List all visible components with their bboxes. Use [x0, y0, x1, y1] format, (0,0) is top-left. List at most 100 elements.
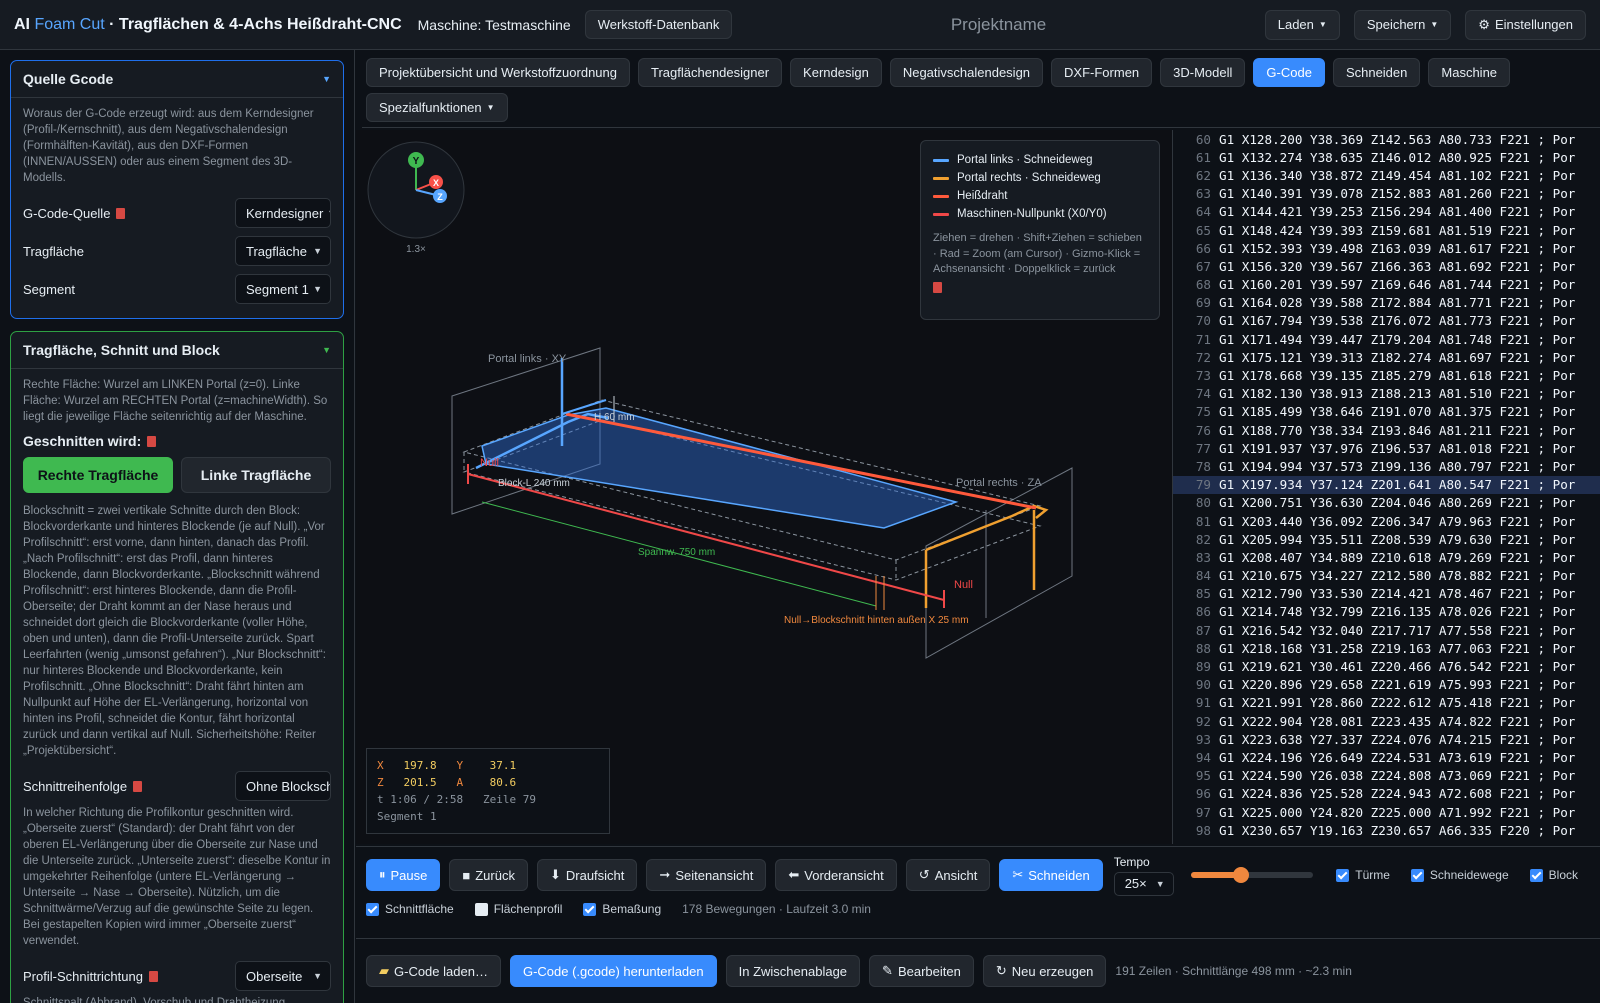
gcode-actions: ▰ G-Code laden… G-Code (.gcode) herunterl…	[356, 938, 1600, 1003]
gcode-line[interactable]: 92 G1 X222.904 Y28.081 Z223.435 A74.822 F…	[1173, 712, 1600, 730]
gcode-line[interactable]: 98 G1 X230.657 Y19.163 Z230.657 A66.335 F…	[1173, 821, 1600, 839]
gcode-line[interactable]: 61 G1 X132.274 Y38.635 Z146.012 A80.925 F…	[1173, 148, 1600, 166]
tab-cutting[interactable]: Schneiden	[1332, 58, 1421, 87]
doc-icon[interactable]	[148, 970, 158, 982]
gcode-source-select[interactable]: Kerndesigner▼	[235, 198, 331, 228]
tab-core-design[interactable]: Kerndesign	[790, 58, 882, 87]
wing-select[interactable]: Tragfläche ▼	[235, 236, 331, 266]
cut-order-select[interactable]: Ohne Blockschnitt▼	[235, 771, 331, 801]
tab-negative-shell[interactable]: Negativschalendesign	[889, 58, 1044, 87]
gcode-listing[interactable]: 60 G1 X128.200 Y38.369 Z142.563 A80.733 F…	[1172, 130, 1600, 844]
app-title: AI Foam Cut · Tragflächen & 4-Achs Heißd…	[14, 15, 402, 33]
doc-icon[interactable]	[933, 281, 942, 293]
cut-button[interactable]: ✂ Schneiden	[999, 859, 1103, 891]
checkbox-cut-paths[interactable]: Schneidewege	[1410, 868, 1509, 882]
gcode-line-number: 68	[1195, 277, 1211, 293]
axis-gizmo[interactable]: Y X Z 1.3×	[367, 141, 465, 255]
gcode-line[interactable]: 90 G1 X220.896 Y29.658 Z221.619 A75.993 F…	[1173, 676, 1600, 694]
gcode-line[interactable]: 71 G1 X171.494 Y39.447 Z179.204 A81.748 F…	[1173, 330, 1600, 348]
save-button[interactable]: Speichern ▼	[1353, 9, 1452, 40]
checkbox-dimensions[interactable]: Bemaßung	[583, 902, 661, 916]
gcode-line[interactable]: 74 G1 X182.130 Y38.913 Z188.213 A81.510 F…	[1173, 385, 1600, 403]
tab-special-functions[interactable]: Spezialfunktionen ▼	[366, 93, 508, 122]
material-database-button[interactable]: Werkstoff-Datenbank	[584, 10, 733, 39]
gcode-line[interactable]: 62 G1 X136.340 Y38.872 Z149.454 A81.102 F…	[1173, 166, 1600, 184]
gcode-line[interactable]: 73 G1 X178.668 Y39.135 Z185.279 A81.618 F…	[1173, 366, 1600, 384]
gcode-line[interactable]: 69 G1 X164.028 Y39.588 Z172.884 A81.771 F…	[1173, 294, 1600, 312]
project-name-input[interactable]: Projektname	[732, 15, 1264, 35]
tab-project-overview[interactable]: Projektübersicht und Werkstoffzuordnung	[366, 58, 630, 87]
segment-select[interactable]: Segment 1 ▼	[235, 274, 331, 304]
edit-button[interactable]: ✎ Bearbeiten	[869, 955, 974, 987]
gcode-line[interactable]: 68 G1 X160.201 Y39.597 Z169.646 A81.744 F…	[1173, 276, 1600, 294]
gcode-line[interactable]: 86 G1 X214.748 Y32.799 Z216.135 A78.026 F…	[1173, 603, 1600, 621]
top-view-button[interactable]: ⬇ Draufsicht	[536, 859, 638, 891]
gcode-line[interactable]: 66 G1 X152.393 Y39.498 Z163.039 A81.617 F…	[1173, 239, 1600, 257]
gcode-line[interactable]: 96 G1 X224.836 Y25.528 Z224.943 A72.608 F…	[1173, 785, 1600, 803]
gcode-line[interactable]: 75 G1 X185.499 Y38.646 Z191.070 A81.375 F…	[1173, 403, 1600, 421]
back-button[interactable]: ■ Zurück	[449, 859, 528, 891]
tab-machine[interactable]: Maschine	[1428, 58, 1511, 87]
gcode-line[interactable]: 72 G1 X175.121 Y39.313 Z182.274 A81.697 F…	[1173, 348, 1600, 366]
gcode-line[interactable]: 63 G1 X140.391 Y39.078 Z152.883 A81.260 F…	[1173, 185, 1600, 203]
copy-clipboard-button[interactable]: In Zwischenablage	[725, 955, 861, 987]
doc-icon[interactable]	[116, 207, 126, 219]
checkbox-block[interactable]: Block	[1529, 868, 1578, 882]
gcode-line[interactable]: 64 G1 X144.421 Y39.253 Z156.294 A81.400 F…	[1173, 203, 1600, 221]
tab-gcode[interactable]: G-Code	[1253, 58, 1325, 87]
gcode-line[interactable]: 91 G1 X221.991 Y28.860 Z222.612 A75.418 F…	[1173, 694, 1600, 712]
download-gcode-button[interactable]: G-Code (.gcode) herunterladen	[509, 955, 717, 987]
tab-dxf-shapes[interactable]: DXF-Formen	[1051, 58, 1153, 87]
gcode-line[interactable]: 70 G1 X167.794 Y39.538 Z176.072 A81.773 F…	[1173, 312, 1600, 330]
checkbox-cut-surface[interactable]: Schnittfläche	[366, 902, 454, 916]
doc-icon[interactable]	[133, 780, 143, 792]
tab-3d-model[interactable]: 3D-Modell	[1160, 58, 1246, 87]
height-label: H 60 mm	[594, 412, 635, 423]
gcode-line[interactable]: 88 G1 X218.168 Y31.258 Z219.163 A77.063 F…	[1173, 639, 1600, 657]
checkbox-surface-profile[interactable]: Flächenprofil	[474, 902, 562, 916]
pause-button[interactable]: ⏸ Pause	[366, 859, 441, 891]
regenerate-button[interactable]: ↻ Neu erzeugen	[982, 955, 1107, 987]
gcode-line[interactable]: 67 G1 X156.320 Y39.567 Z166.363 A81.692 F…	[1173, 257, 1600, 275]
gcode-line[interactable]: 89 G1 X219.621 Y30.461 Z220.466 A76.542 F…	[1173, 657, 1600, 675]
blockcut-description: Blockschnitt = zwei vertikale Schnitte d…	[23, 505, 326, 757]
tab-wing-designer[interactable]: Tragflächendesigner	[638, 58, 783, 87]
settings-button[interactable]: ⚙ Einstellungen	[1465, 9, 1586, 40]
gcode-line[interactable]: 78 G1 X194.994 Y37.573 Z199.136 A80.797 F…	[1173, 457, 1600, 475]
gcode-line[interactable]: 85 G1 X212.790 Y33.530 Z214.421 A78.467 F…	[1173, 585, 1600, 603]
gcode-line[interactable]: 77 G1 X191.937 Y37.976 Z196.537 A81.018 F…	[1173, 439, 1600, 457]
gcode-line[interactable]: 80 G1 X200.751 Y36.630 Z204.046 A80.269 F…	[1173, 494, 1600, 512]
cut-direction-select[interactable]: Oberseite ▼	[235, 961, 331, 991]
legend-item: Heißdraht	[933, 187, 1147, 205]
tempo-slider[interactable]	[1190, 867, 1314, 883]
gcode-line[interactable]: 94 G1 X224.196 Y26.649 Z224.531 A73.619 F…	[1173, 748, 1600, 766]
block-card-header[interactable]: Tragfläche, Schnitt und Block ▼	[11, 332, 343, 369]
gcode-line[interactable]: 97 G1 X225.000 Y24.820 Z225.000 A71.992 F…	[1173, 803, 1600, 821]
arrow-right-icon: ➞	[659, 867, 671, 882]
source-card-header[interactable]: Quelle Gcode ▼	[11, 61, 343, 98]
3d-viewport[interactable]: Y X Z 1.3× Portal links · XY Portal rech…	[356, 130, 1172, 844]
gcode-line[interactable]: 84 G1 X210.675 Y34.227 Z212.580 A78.882 F…	[1173, 567, 1600, 585]
load-gcode-button[interactable]: ▰ G-Code laden…	[366, 955, 501, 987]
tempo-slider-knob[interactable]	[1232, 867, 1249, 883]
gcode-line[interactable]: 79 G1 X197.934 Y37.124 Z201.641 A80.547 F…	[1173, 475, 1600, 494]
gcode-line[interactable]: 95 G1 X224.590 Y26.038 Z224.808 A73.069 F…	[1173, 767, 1600, 785]
checkbox-towers[interactable]: Türme	[1336, 868, 1390, 882]
gcode-line[interactable]: 93 G1 X223.638 Y27.337 Z224.076 A74.215 F…	[1173, 730, 1600, 748]
front-view-button[interactable]: ⬅ Vorderansicht	[775, 859, 897, 891]
gcode-line[interactable]: 82 G1 X205.994 Y35.511 Z208.539 A79.630 F…	[1173, 530, 1600, 548]
reset-view-button[interactable]: ↺ Ansicht	[905, 859, 991, 891]
load-button[interactable]: Laden ▼	[1264, 9, 1340, 40]
gcode-line[interactable]: 65 G1 X148.424 Y39.393 Z159.681 A81.519 F…	[1173, 221, 1600, 239]
side-view-button[interactable]: ➞ Seitenansicht	[646, 859, 767, 891]
gcode-line[interactable]: 81 G1 X203.440 Y36.092 Z206.347 A79.963 F…	[1173, 512, 1600, 530]
left-wing-button[interactable]: Linke Tragfläche	[181, 457, 331, 493]
doc-icon[interactable]	[147, 435, 157, 447]
cut-order-row: Schnittreihenfolge Ohne Blockschnitt▼	[23, 767, 331, 805]
gcode-line[interactable]: 83 G1 X208.407 Y34.889 Z210.618 A79.269 F…	[1173, 548, 1600, 566]
gcode-line[interactable]: 87 G1 X216.542 Y32.040 Z217.717 A77.558 F…	[1173, 621, 1600, 639]
right-wing-button[interactable]: Rechte Tragfläche	[23, 457, 173, 493]
gcode-line[interactable]: 60 G1 X128.200 Y38.369 Z142.563 A80.733 F…	[1173, 130, 1600, 148]
tempo-select[interactable]: 25× ▼	[1113, 871, 1174, 896]
gcode-line[interactable]: 76 G1 X188.770 Y38.334 Z193.846 A81.211 F…	[1173, 421, 1600, 439]
